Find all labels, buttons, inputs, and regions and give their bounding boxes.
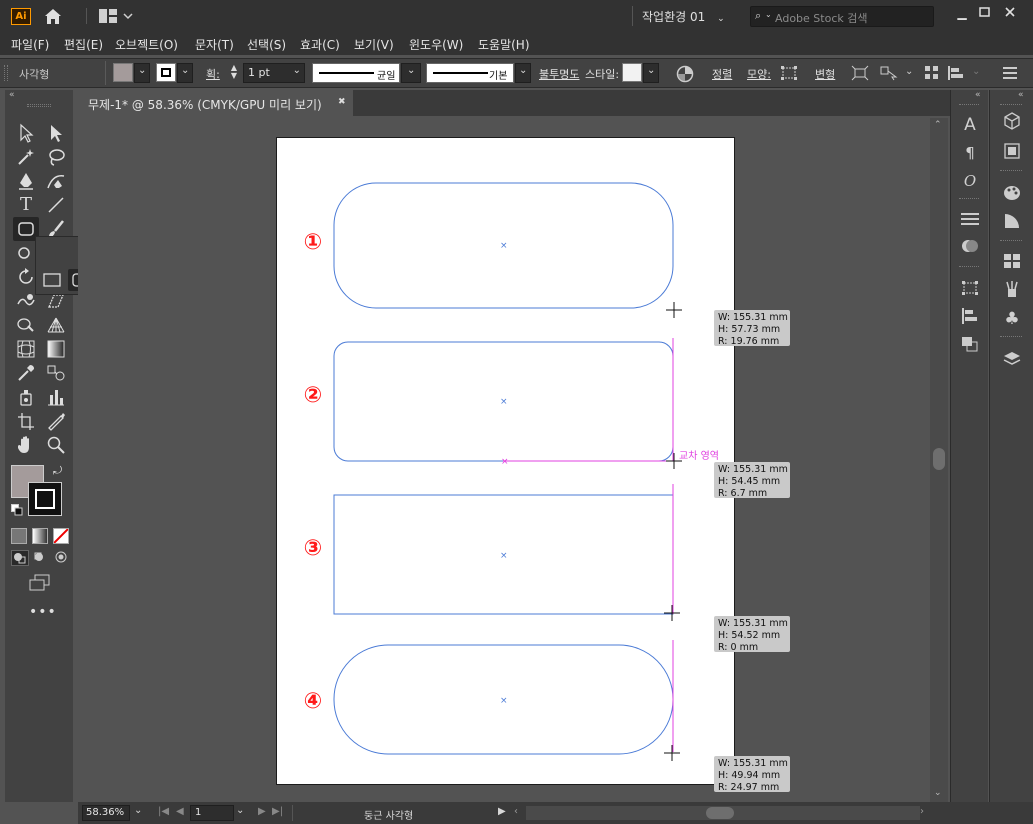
libraries-panel-icon[interactable]	[1001, 112, 1023, 134]
current-tool-status: 둥근 사각형	[364, 811, 414, 822]
grip-handle[interactable]	[959, 198, 979, 201]
align-panel-icon[interactable]	[959, 308, 981, 330]
grip-handle[interactable]	[1000, 104, 1022, 107]
status-menu-arrow-icon[interactable]: ▶	[498, 806, 506, 817]
layers-panel-icon[interactable]	[1001, 350, 1023, 372]
tooltip-height: H: 57.73 mm	[718, 324, 781, 335]
zoom-value: 58.36%	[86, 807, 125, 818]
status-bar: 58.36% ⌄ |◀ ◀ 1 ⌄ ▶ ▶| 둥근 사각형 ▶ ‹ ›	[78, 802, 1033, 824]
measurement-tooltip: W: 155.31 mm H: 54.45 mm R: 6.7 mm	[714, 462, 790, 499]
grip-handle[interactable]	[1000, 240, 1022, 243]
artwork-layer: × × × × ×	[333, 182, 682, 761]
measurement-tooltip: W: 155.31 mm H: 49.94 mm R: 24.97 mm	[714, 756, 790, 793]
shape-3-number: ③	[303, 536, 323, 561]
measurement-tooltip: W: 155.31 mm H: 57.73 mm R: 19.76 mm	[714, 310, 790, 347]
grip-handle[interactable]	[959, 266, 979, 269]
chevron-down-icon[interactable]: ⌄	[236, 805, 244, 816]
collapse-icon[interactable]: «	[975, 90, 981, 100]
scroll-right-icon[interactable]: ›	[920, 806, 924, 817]
panel-dock-2: « ♣	[989, 90, 1033, 802]
crosshair-cursor-icon	[664, 745, 680, 761]
tooltip-width: W: 155.31 mm	[718, 618, 788, 629]
opentype-panel-icon[interactable]: O	[959, 170, 981, 192]
symbols-panel-icon[interactable]: ♣	[1001, 308, 1023, 330]
transform-panel-icon[interactable]	[959, 280, 981, 302]
horizontal-scroll-thumb[interactable]	[706, 807, 734, 819]
next-artboard-icon[interactable]: ▶	[258, 806, 266, 817]
stroke-panel-icon[interactable]	[959, 210, 981, 232]
scroll-left-icon[interactable]: ‹	[514, 806, 518, 817]
scroll-thumb[interactable]	[933, 448, 945, 470]
zoom-field[interactable]: 58.36%	[82, 805, 130, 821]
crosshair-cursor-icon	[664, 605, 680, 621]
tooltip-radius: R: 0 mm	[718, 642, 759, 653]
swatches-panel-icon[interactable]	[1001, 253, 1023, 275]
horizontal-scrollbar-track[interactable]	[526, 806, 920, 820]
tooltip-radius: R: 19.76 mm	[718, 336, 780, 347]
smart-guide-label: 교차 영역	[679, 451, 719, 462]
tooltip-height: H: 54.45 mm	[718, 476, 781, 487]
first-artboard-icon[interactable]: |◀	[158, 806, 169, 817]
vertical-scrollbar[interactable]: ⌃ ⌄	[930, 118, 948, 802]
tooltip-width: W: 155.31 mm	[718, 758, 788, 769]
panel-dock-1: « A ¶ O	[950, 90, 988, 802]
tooltip-width: W: 155.31 mm	[718, 312, 788, 323]
tooltip-height: H: 54.52 mm	[718, 630, 781, 641]
grip-handle[interactable]	[1000, 336, 1022, 339]
shape-1-center-mark: ×	[500, 241, 508, 251]
previous-artboard-icon[interactable]: ◀	[176, 806, 184, 817]
shape-3-center-mark: ×	[500, 551, 508, 561]
grip-handle[interactable]	[959, 104, 979, 107]
crosshair-cursor-icon	[666, 302, 682, 318]
scroll-up-icon[interactable]: ⌃	[934, 120, 942, 130]
color-guide-panel-icon[interactable]	[1001, 212, 1023, 234]
scroll-down-icon[interactable]: ⌄	[934, 788, 942, 798]
shape-4-number: ④	[303, 689, 323, 714]
separator	[292, 805, 293, 821]
shape-2-number: ②	[303, 383, 323, 408]
collapse-icon[interactable]: «	[1018, 90, 1024, 100]
character-panel-icon[interactable]: A	[959, 114, 981, 136]
paragraph-panel-icon[interactable]: ¶	[959, 142, 981, 164]
grip-handle[interactable]	[1000, 170, 1022, 173]
tooltip-width: W: 155.31 mm	[718, 464, 788, 475]
tooltip-radius: R: 24.97 mm	[718, 782, 780, 793]
measurement-tooltip: W: 155.31 mm H: 54.52 mm R: 0 mm	[714, 616, 790, 653]
pathfinder-panel-icon[interactable]	[959, 336, 981, 358]
transparency-panel-icon[interactable]	[959, 238, 981, 260]
tooltip-height: H: 49.94 mm	[718, 770, 781, 781]
color-panel-icon[interactable]	[1001, 184, 1023, 206]
shape-1-number: ①	[303, 230, 323, 255]
shape-2-center-mark: ×	[500, 397, 508, 407]
chevron-down-icon[interactable]: ⌄	[134, 805, 142, 816]
artboard-number: 1	[195, 807, 202, 818]
tooltip-radius: R: 6.7 mm	[718, 488, 768, 499]
brushes-panel-icon[interactable]	[1001, 280, 1023, 302]
artboard-number-field[interactable]: 1	[190, 805, 234, 821]
asset-export-panel-icon[interactable]	[1001, 142, 1023, 164]
last-artboard-icon[interactable]: ▶|	[272, 806, 283, 817]
shape-4-center-mark: ×	[500, 696, 508, 706]
smart-guide-anchor-mark: ×	[501, 457, 509, 467]
